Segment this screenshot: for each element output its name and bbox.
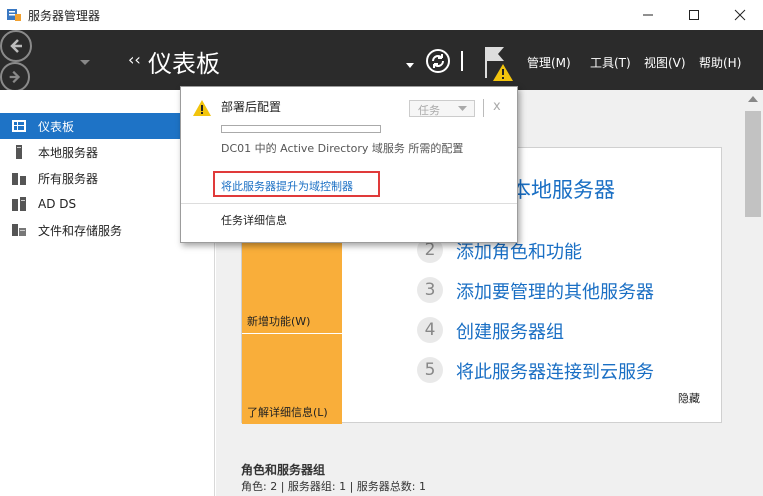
- step-number: 4: [417, 317, 443, 343]
- servers-icon: [12, 173, 26, 185]
- window-title: 服务器管理器: [28, 9, 101, 23]
- back-button[interactable]: [0, 30, 32, 62]
- forward-button[interactable]: [0, 62, 30, 92]
- step-number: 5: [417, 357, 443, 383]
- menu-manage[interactable]: 管理(M): [527, 54, 571, 71]
- popup-divider: [483, 99, 484, 117]
- popup-close-button[interactable]: x: [493, 99, 501, 114]
- file-storage-icon: [12, 224, 26, 236]
- step-number: 3: [417, 277, 443, 303]
- promote-domain-controller-link[interactable]: 将此服务器提升为域控制器: [221, 178, 353, 194]
- popup-description: DC01 中的 Active Directory 域服务 所需的配置: [221, 142, 464, 155]
- new-features-tile[interactable]: 新增功能(W): [242, 243, 342, 333]
- add-servers-link[interactable]: 添加要管理的其他服务器: [456, 278, 654, 304]
- sidebar-item-label: AD DS: [38, 197, 77, 211]
- maximize-button[interactable]: [671, 0, 717, 30]
- menu-view[interactable]: 视图(V): [644, 54, 686, 71]
- task-dropdown-label: 任务: [418, 104, 440, 117]
- roles-section-title: 角色和服务器组: [241, 463, 326, 477]
- popup-title: 部署后配置: [221, 100, 282, 114]
- configure-local-server-link[interactable]: 本地服务器: [510, 174, 615, 204]
- deployment-progress-bar: [221, 125, 381, 133]
- roles-summary: 角色: 2 | 服务器组: 1 | 服务器总数: 1: [241, 480, 427, 493]
- arrow-right-icon: [9, 70, 21, 84]
- breadcrumb-chevron-icon: ‹‹: [128, 50, 141, 69]
- scrollbar-thumb[interactable]: [745, 111, 761, 217]
- task-dropdown[interactable]: 任务: [409, 100, 475, 117]
- sidebar-item-label: 所有服务器: [38, 171, 99, 186]
- notification-popup: 部署后配置 任务 x DC01 中的 Active Directory 域服务 …: [180, 86, 518, 243]
- dashboard-icon: [12, 120, 26, 132]
- sidebar-item-label: 文件和存储服务: [38, 223, 123, 238]
- ad-ds-icon: [12, 197, 26, 211]
- learn-more-label: 了解详细信息(L): [247, 406, 328, 419]
- history-dropdown[interactable]: [80, 56, 90, 70]
- vertical-scrollbar[interactable]: [743, 90, 763, 496]
- page-title: 仪表板: [148, 50, 220, 78]
- close-button[interactable]: [717, 0, 763, 30]
- menu-help[interactable]: 帮助(H): [699, 54, 741, 71]
- minimize-button[interactable]: [625, 0, 671, 30]
- chevron-down-icon: [406, 63, 414, 68]
- task-details-link[interactable]: 任务详细信息: [221, 212, 287, 228]
- server-manager-icon: [6, 6, 22, 22]
- chevron-down-icon: [458, 106, 467, 111]
- header-bar: ‹‹ 仪表板 管理(M) 工具(T) 视图(V) 帮助(H): [0, 30, 763, 92]
- server-icon: [16, 145, 22, 159]
- warning-icon: [193, 100, 211, 116]
- refresh-icon: [426, 49, 450, 73]
- sidebar-item-label: 仪表板: [38, 119, 75, 134]
- sidebar-item-label: 本地服务器: [38, 145, 99, 160]
- notifications-button[interactable]: [482, 44, 516, 85]
- title-bar: 服务器管理器: [0, 0, 763, 30]
- arrow-left-icon: [10, 39, 22, 53]
- menu-tools[interactable]: 工具(T): [590, 54, 631, 71]
- connect-cloud-link[interactable]: 将此服务器连接到云服务: [456, 358, 654, 384]
- learn-more-tile[interactable]: 了解详细信息(L): [242, 334, 342, 424]
- breadcrumb-dropdown[interactable]: [406, 58, 414, 72]
- chevron-down-icon: [80, 60, 90, 65]
- notification-flag-icon: [485, 47, 513, 81]
- header-divider: [461, 51, 463, 71]
- popup-separator: [181, 203, 517, 204]
- hide-link[interactable]: 隐藏: [678, 390, 700, 406]
- new-features-label: 新增功能(W): [247, 315, 311, 328]
- scroll-up-icon[interactable]: [748, 96, 758, 102]
- refresh-button[interactable]: [425, 48, 451, 77]
- create-server-group-link[interactable]: 创建服务器组: [456, 318, 564, 344]
